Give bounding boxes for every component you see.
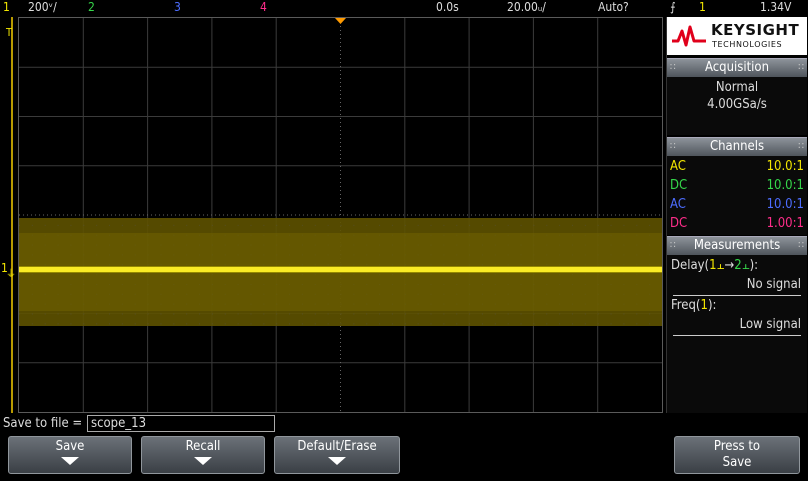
- grip-icon: ∷: [798, 240, 804, 251]
- ch1-number[interactable]: 1: [3, 0, 10, 14]
- trigger-channel[interactable]: 1: [699, 0, 706, 14]
- channel-row-4[interactable]: DC 1.00:1: [670, 214, 804, 233]
- keysight-logo: KEYSIGHT TECHNOLOGIES: [667, 17, 807, 55]
- grip-icon: ∷: [798, 62, 804, 73]
- save-file-label: Save to file =: [3, 416, 83, 431]
- logo-brand: KEYSIGHT: [711, 21, 800, 39]
- ch1-axis-line: [11, 17, 13, 413]
- trigger-position-marker: [335, 18, 346, 24]
- sample-rate: 4.00GSa/s: [707, 97, 767, 112]
- delay-measure-value: No signal: [746, 277, 801, 292]
- press-to-save-softkey[interactable]: Press to Save: [674, 436, 800, 474]
- filename-value: scope_13: [91, 416, 147, 431]
- measurements-body: Delay(1⫠→2⫠): No signal Freq(1): Low sig…: [667, 255, 807, 413]
- default-erase-softkey[interactable]: Default/Erase: [274, 436, 400, 474]
- trigger-level[interactable]: 1.34V: [760, 0, 791, 14]
- channels-body: AC 10.0:1 DC 10.0:1 AC 10.0:1 DC 1.00:1: [667, 156, 807, 235]
- waveform-display[interactable]: [18, 17, 663, 413]
- acquisition-header[interactable]: ∷ Acquisition ∷: [667, 58, 807, 77]
- trigger-mode[interactable]: Auto?: [598, 0, 629, 14]
- delay-measure-label[interactable]: Delay(1⫠→2⫠):: [671, 257, 758, 274]
- grip-icon: ∷: [798, 141, 804, 152]
- ch1-marker-strip: T 1 ⏚: [0, 17, 18, 413]
- acquisition-body: Normal 4.00GSa/s: [667, 77, 807, 135]
- side-panel: KEYSIGHT TECHNOLOGIES ∷ Acquisition ∷ No…: [666, 17, 808, 413]
- grip-icon: ∷: [670, 141, 676, 152]
- graticule: [19, 18, 662, 412]
- acquisition-mode: Normal: [715, 80, 759, 95]
- recall-softkey[interactable]: Recall: [141, 436, 265, 474]
- center-axes: [19, 18, 662, 412]
- keysight-wave-icon: [672, 25, 706, 47]
- horizontal-delay[interactable]: 0.0s: [436, 0, 459, 14]
- grip-icon: ∷: [670, 62, 676, 73]
- ground-icon: ⏚: [6, 269, 16, 280]
- channel-row-1[interactable]: AC 10.0:1: [670, 157, 804, 176]
- ch3-number[interactable]: 3: [174, 0, 181, 14]
- filename-field[interactable]: scope_13: [87, 415, 275, 432]
- channel-row-2[interactable]: DC 10.0:1: [670, 176, 804, 195]
- channel-row-3[interactable]: AC 10.0:1: [670, 195, 804, 214]
- freq-measure-value: Low signal: [739, 317, 801, 332]
- ch1-scale[interactable]: 200ᵛ/: [28, 0, 57, 14]
- channels-header[interactable]: ∷ Channels ∷: [667, 137, 807, 156]
- trigger-level-marker[interactable]: T: [6, 26, 12, 39]
- divider: [673, 335, 801, 336]
- down-arrow-icon: [194, 457, 212, 465]
- status-bar: 1 200ᵛ/ 2 3 4 0.0s 20.00ᵤ/ Auto? ⨍ 1 1.3…: [0, 0, 808, 16]
- logo-sub: TECHNOLOGIES: [712, 40, 783, 49]
- save-file-bar: Save to file = scope_13: [0, 414, 808, 434]
- grip-icon: ∷: [670, 240, 676, 251]
- softkey-bar: Save Recall Default/Erase Press to Save: [0, 434, 808, 481]
- down-arrow-icon: [61, 457, 79, 465]
- trigger-edge-icon: ⨍: [670, 0, 676, 14]
- divider: [673, 295, 801, 296]
- timebase-scale[interactable]: 20.00ᵤ/: [507, 0, 546, 14]
- measurements-header[interactable]: ∷ Measurements ∷: [667, 236, 807, 255]
- down-arrow-icon: [328, 457, 346, 465]
- save-softkey[interactable]: Save: [8, 436, 132, 474]
- freq-measure-label[interactable]: Freq(1):: [671, 297, 716, 314]
- ch4-number[interactable]: 4: [260, 0, 267, 14]
- ch2-number[interactable]: 2: [88, 0, 95, 14]
